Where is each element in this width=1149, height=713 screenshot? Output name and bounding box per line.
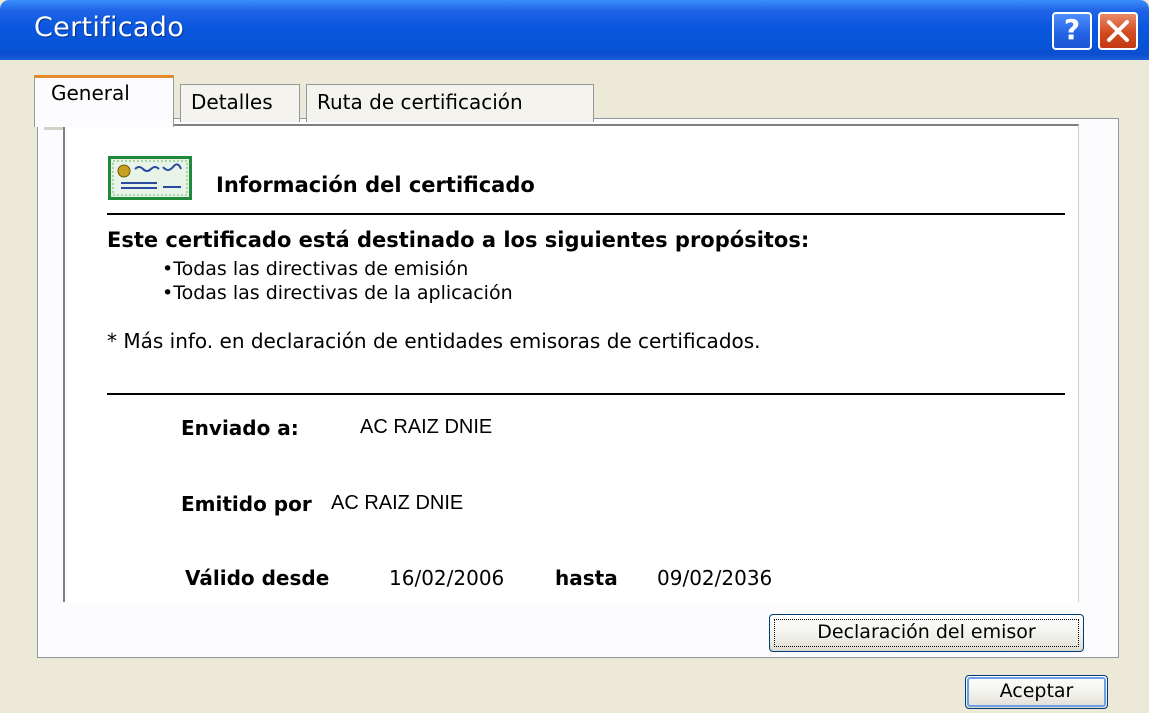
help-icon: ? <box>1063 13 1081 46</box>
close-button[interactable] <box>1098 12 1138 50</box>
divider-top <box>107 213 1065 215</box>
purpose-item: •Todas las directivas de emisión <box>162 258 469 280</box>
issued-to-value: AC RAIZ DNIE <box>360 416 493 438</box>
certificate-info-heading: Información del certificado <box>216 173 535 197</box>
issuer-note: * Más info. en declaración de entidades … <box>107 329 761 353</box>
issuer-statement-button[interactable]: Declaración del emisor <box>769 614 1084 652</box>
valid-to-label: hasta <box>555 566 618 590</box>
valid-from-label: Válido desde <box>185 566 330 590</box>
focus-rectangle <box>774 619 1079 647</box>
certificate-icon <box>108 156 192 200</box>
ok-label: Aceptar <box>999 680 1074 702</box>
divider-bottom <box>107 393 1065 395</box>
window-title: Certificado <box>34 12 185 43</box>
help-button[interactable]: ? <box>1052 12 1092 50</box>
valid-from-value: 16/02/2006 <box>389 566 505 590</box>
ok-button[interactable]: Aceptar <box>965 675 1108 709</box>
close-icon <box>1107 20 1129 42</box>
valid-to-value: 09/02/2036 <box>657 566 773 590</box>
certificate-dialog: Certificado ? Detalles Ruta de certifica… <box>0 0 1149 713</box>
tab-ruta-de-certificacion[interactable]: Ruta de certificación <box>306 84 594 122</box>
issued-by-value: AC RAIZ DNIE <box>331 492 464 514</box>
issued-by-label: Emitido por <box>181 492 312 516</box>
issued-to-label: Enviado a: <box>181 416 299 440</box>
tab-detalles[interactable]: Detalles <box>180 84 300 122</box>
purpose-item: •Todas las directivas de la aplicación <box>162 282 513 304</box>
title-bar[interactable]: Certificado ? <box>0 0 1149 60</box>
tab-general[interactable]: General <box>34 75 174 127</box>
purposes-title: Este certificado está destinado a los si… <box>107 228 810 252</box>
